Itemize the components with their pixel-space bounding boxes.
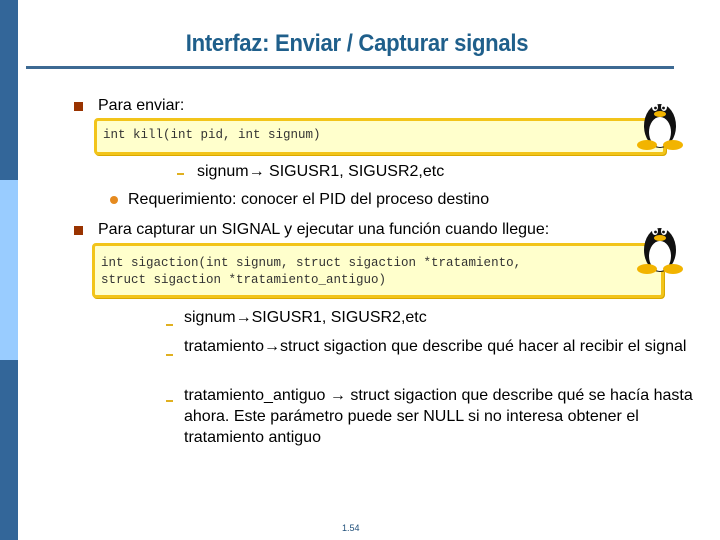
sigaction-code-box: int sigaction(int signum, struct sigacti… (92, 243, 664, 298)
dash-bullet-icon (166, 354, 173, 356)
code-line: struct sigaction *tratamiento_antiguo) (101, 273, 387, 287)
dash-bullet-icon (166, 324, 173, 326)
dash-bullet-icon (177, 173, 184, 175)
code-line: int kill(int pid, int signum) (103, 128, 321, 142)
sidebar-segment-bottom (0, 360, 18, 540)
dot-bullet-icon (110, 196, 118, 204)
square-bullet-icon (74, 226, 83, 235)
dash-bullet-icon (166, 400, 173, 402)
tux-penguin-icon (637, 227, 683, 274)
send-sub-item: signum→ SIGUSR1, SIGUSR2,etc (197, 163, 445, 180)
tux-penguin-icon (637, 103, 683, 150)
kill-code-box: int kill(int pid, int signum) (94, 118, 666, 155)
code-line: int sigaction(int signum, struct sigacti… (101, 256, 522, 270)
slide-title: Interfaz: Enviar / Capturar signals (185, 30, 529, 57)
page-number: 1.54 (342, 523, 360, 533)
sidebar-segment-middle (0, 180, 18, 360)
send-heading: Para enviar: (98, 97, 185, 114)
slide-sidebar (0, 0, 18, 540)
capture-sub-item: tratamiento→struct sigaction que describ… (184, 338, 687, 355)
square-bullet-icon (74, 102, 83, 111)
capture-sub-item: tratamiento_antiguo → struct sigaction q… (184, 387, 693, 446)
capture-sub-item: signum→SIGUSR1, SIGUSR2,etc (184, 309, 427, 326)
send-requirement: Requerimiento: conocer el PID del proces… (128, 191, 490, 208)
sidebar-segment-top (0, 0, 18, 180)
title-underline (26, 66, 674, 69)
capture-heading: Para capturar un SIGNAL y ejecutar una f… (98, 221, 550, 238)
